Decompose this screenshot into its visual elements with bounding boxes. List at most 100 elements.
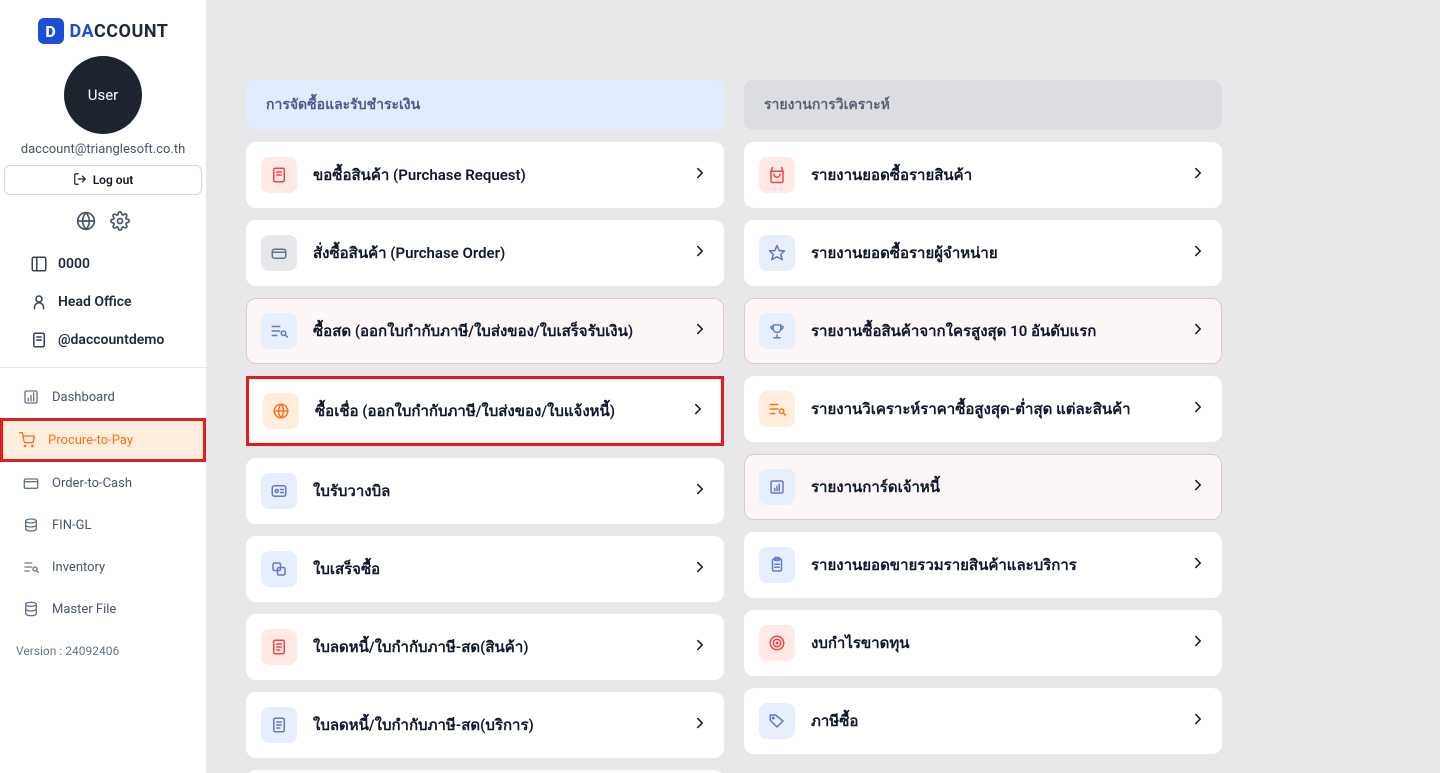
document-icon [261,629,297,665]
purchasing-card-credit-note-cash-product[interactable]: ใบลดหนี้/ใบกำกับภาษี-สด(สินค้า) [246,614,724,680]
chevron-right-icon [1189,164,1207,186]
account-handle: @daccountdemo [58,332,164,348]
nav-label: FIN-GL [52,518,91,533]
chevron-right-icon [1189,554,1207,576]
cart-icon [18,431,36,449]
purchasing-card-purchase-request[interactable]: ขอซื้อสินค้า (Purchase Request) [246,142,724,208]
reports-header: รายงานการวิเคราะห์ [744,80,1222,130]
report-card-purchase-tax[interactable]: ภาษีซื้อ [744,688,1222,754]
search-list-icon [759,391,795,427]
report-card-profit-loss[interactable]: งบกำไรขาดทุน [744,610,1222,676]
card-label: รายงานยอดซื้อรายผู้จำหน่าย [811,241,1173,265]
report-card-purchase-by-product[interactable]: รายงานยอดซื้อรายสินค้า [744,142,1222,208]
avatar[interactable]: User [64,56,142,134]
report-card-top-10-suppliers[interactable]: รายงานซื้อสินค้าจากใครสูงสุด 10 อันดับแร… [744,298,1222,364]
purchasing-card-purchase-receipt[interactable]: ใบเสร็จซื้อ [246,536,724,602]
chart-icon [759,469,795,505]
card-label: ขอซื้อสินค้า (Purchase Request) [313,163,675,187]
report-card-total-sales[interactable]: รายงานยอดขายรวมรายสินค้าและบริการ [744,532,1222,598]
chevron-right-icon [1189,632,1207,654]
purchasing-card-credit-purchase[interactable]: ซื้อเชื่อ (ออกใบกำกับภาษี/ใบส่งของ/ใบแจ้… [246,376,724,446]
chevron-right-icon [689,400,707,422]
nav-label: Order-to-Cash [52,476,132,491]
report-card-purchase-by-supplier[interactable]: รายงานยอดซื้อรายผู้จำหน่าย [744,220,1222,286]
logout-button[interactable]: Log out [4,165,202,195]
nav-label: Dashboard [52,390,115,405]
id-icon [261,473,297,509]
card-label: ภาษีซื้อ [811,709,1173,733]
user-icon [30,293,48,311]
globe-icon[interactable] [76,211,96,235]
chevron-right-icon [1189,242,1207,264]
tag-icon [759,703,795,739]
user-email: daccount@trianglesoft.co.th [0,142,206,165]
star-icon [759,235,795,271]
sidebar-item-procure-to-pay[interactable]: Procure-to-Pay [0,418,206,462]
search-list-icon [261,313,297,349]
sidebar-item-order-to-cash[interactable]: Order-to-Cash [4,464,202,502]
org-name-row: Head Office [0,283,206,321]
chevron-right-icon [691,714,709,736]
card-label: รายงานซื้อสินค้าจากใครสูงสุด 10 อันดับแร… [811,319,1173,343]
link-icon [261,551,297,587]
sidebar-item-inventory[interactable]: Inventory [4,548,202,586]
card-label: ใบลดหนี้/ใบกำกับภาษี-สด(บริการ) [313,713,675,737]
card-label: รายงานยอดขายรวมรายสินค้าและบริการ [811,553,1173,577]
purchasing-header: การจัดซื้อและรับชำระเงิน [246,80,724,130]
document-icon [261,157,297,193]
sidebar: D DACCOUNT User daccount@trianglesoft.co… [0,0,206,773]
version-label: Version : 24092406 [0,630,206,672]
chevron-right-icon [691,164,709,186]
purchasing-card-cash-purchase[interactable]: ซื้อสด (ออกใบกำกับภาษี/ใบส่งของ/ใบเสร็จร… [246,298,724,364]
card-label: ซื้อเชื่อ (ออกใบกำกับภาษี/ใบส่งของ/ใบแจ้… [315,399,673,423]
card-icon [261,235,297,271]
brand-name: DACCOUNT [70,21,169,42]
chevron-right-icon [691,636,709,658]
report-card-ap-ledger[interactable]: รายงานการ์ดเจ้าหนี้ [744,454,1222,520]
globe-icon [263,393,299,429]
card-label: งบกำไรขาดทุน [811,631,1173,655]
layout-icon [30,255,48,273]
sidebar-item-master-file[interactable]: Master File [4,590,202,628]
org-code-row: 0000 [0,245,206,283]
chevron-right-icon [691,320,709,342]
card-label: ใบรับวางบิล [313,479,675,503]
card-label: ใบลดหนี้/ใบกำกับภาษี-สด(สินค้า) [313,635,675,659]
reports-column: รายงานการวิเคราะห์ รายงานยอดซื้อรายสินค้… [744,80,1222,773]
chevron-right-icon [691,480,709,502]
search-list-icon [22,558,40,576]
chevron-right-icon [691,242,709,264]
card-label: ซื้อสด (ออกใบกำกับภาษี/ใบส่งของ/ใบเสร็จร… [313,319,675,343]
brand-logo: D DACCOUNT [0,0,206,52]
database-icon [22,600,40,618]
dashboard-icon [22,388,40,406]
wallet-icon [22,474,40,492]
chevron-right-icon [1189,476,1207,498]
purchasing-card-billing-receipt[interactable]: ใบรับวางบิล [246,458,724,524]
card-label: สั่งซื้อสินค้า (Purchase Order) [313,241,675,265]
org-code: 0000 [58,256,90,272]
nav-label: Procure-to-Pay [48,433,133,448]
chevron-right-icon [1189,398,1207,420]
report-card-price-analysis[interactable]: รายงานวิเคราะห์ราคาซื้อสูงสุด-ต่ำสุด แต่… [744,376,1222,442]
chevron-right-icon [691,558,709,580]
target-icon [759,625,795,661]
gear-icon[interactable] [110,211,130,235]
card-label: รายงานการ์ดเจ้าหนี้ [811,475,1173,499]
purchasing-card-credit-note-cash-service[interactable]: ใบลดหนี้/ใบกำกับภาษี-สด(บริการ) [246,692,724,758]
nav-label: Inventory [52,560,105,575]
purchasing-card-purchase-order[interactable]: สั่งซื้อสินค้า (Purchase Order) [246,220,724,286]
trophy-icon [759,313,795,349]
sidebar-item-dashboard[interactable]: Dashboard [4,378,202,416]
nav-label: Master File [52,602,116,617]
purchasing-column: การจัดซื้อและรับชำระเงิน ขอซื้อสินค้า (P… [246,80,724,773]
logout-icon [73,172,87,189]
org-name: Head Office [58,294,132,310]
card-label: รายงานวิเคราะห์ราคาซื้อสูงสุด-ต่ำสุด แต่… [811,397,1173,421]
account-row: @daccountdemo [0,321,206,359]
clipboard-icon [759,547,795,583]
card-label: รายงานยอดซื้อรายสินค้า [811,163,1173,187]
sidebar-item-fin-gl[interactable]: FIN-GL [4,506,202,544]
coins-icon [22,516,40,534]
main-content: การจัดซื้อและรับชำระเงิน ขอซื้อสินค้า (P… [206,0,1440,773]
